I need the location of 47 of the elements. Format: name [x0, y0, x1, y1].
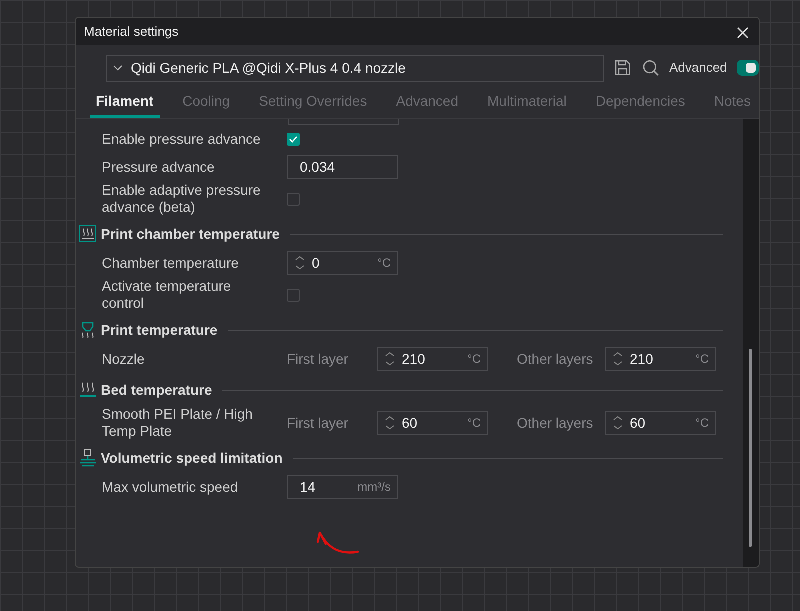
extruder-icon [79, 449, 97, 467]
chamber-heat-icon [79, 225, 97, 243]
field-label: Other layers [517, 414, 594, 433]
section-title: Print chamber temperature [101, 224, 280, 244]
spinner-arrows-icon[interactable] [294, 254, 306, 272]
search-icon[interactable] [642, 59, 660, 77]
field-label: First layer [287, 414, 350, 433]
setting-label: Max volumetric speed [102, 478, 240, 496]
checkmark-icon [289, 136, 298, 142]
checkbox[interactable] [287, 288, 300, 302]
spinner-arrows-icon[interactable] [384, 414, 396, 432]
scrollbar-thumb[interactable] [749, 349, 752, 547]
number-field[interactable]: 210 °C [605, 347, 716, 371]
setting-label: Chamber temperature [102, 254, 240, 272]
field-label: First layer [287, 350, 350, 369]
tab[interactable]: Filament [90, 90, 160, 118]
setting-label: Enable pressure advance [102, 130, 262, 148]
spinner-arrows-icon[interactable] [612, 350, 624, 368]
section-title: Print temperature [101, 320, 218, 340]
spinner-arrows-icon[interactable] [384, 350, 396, 368]
save-icon[interactable] [614, 59, 632, 77]
chevron-down-icon [113, 65, 123, 71]
setting-label: Pressure advance [102, 158, 216, 176]
advanced-label: Advanced [669, 59, 728, 78]
section-title: Bed temperature [101, 380, 212, 400]
number-field[interactable]: 60 °C [377, 411, 488, 435]
section-title: Volumetric speed limitation [101, 448, 283, 468]
setting-label: Enable adaptive pressure advance (beta) [102, 182, 262, 216]
close-icon [737, 26, 749, 39]
checkbox[interactable] [287, 132, 300, 146]
setting-label: Smooth PEI Plate / High Temp Plate [102, 406, 254, 440]
number-field[interactable]: 0.034 [287, 155, 398, 179]
preset-dropdown[interactable]: Qidi Generic PLA @Qidi X-Plus 4 0.4 nozzle [106, 54, 604, 82]
scrollbar[interactable] [743, 119, 759, 567]
window-title: Material settings [84, 22, 179, 41]
field-label: Other layers [517, 350, 594, 369]
number-field[interactable]: 14 mm³/s [287, 475, 398, 499]
setting-label: Activate temperature control [102, 278, 232, 312]
number-field[interactable]: 210 °C [377, 347, 488, 371]
bed-heat-icon [79, 381, 97, 399]
setting-label: Nozzle [102, 350, 146, 368]
advanced-toggle[interactable] [737, 60, 759, 76]
checkbox[interactable] [287, 192, 300, 206]
number-field[interactable]: 60 °C [605, 411, 716, 435]
number-field[interactable]: 0 °C [287, 251, 398, 275]
spinner-arrows-icon[interactable] [612, 414, 624, 432]
input-field[interactable] [288, 119, 399, 125]
